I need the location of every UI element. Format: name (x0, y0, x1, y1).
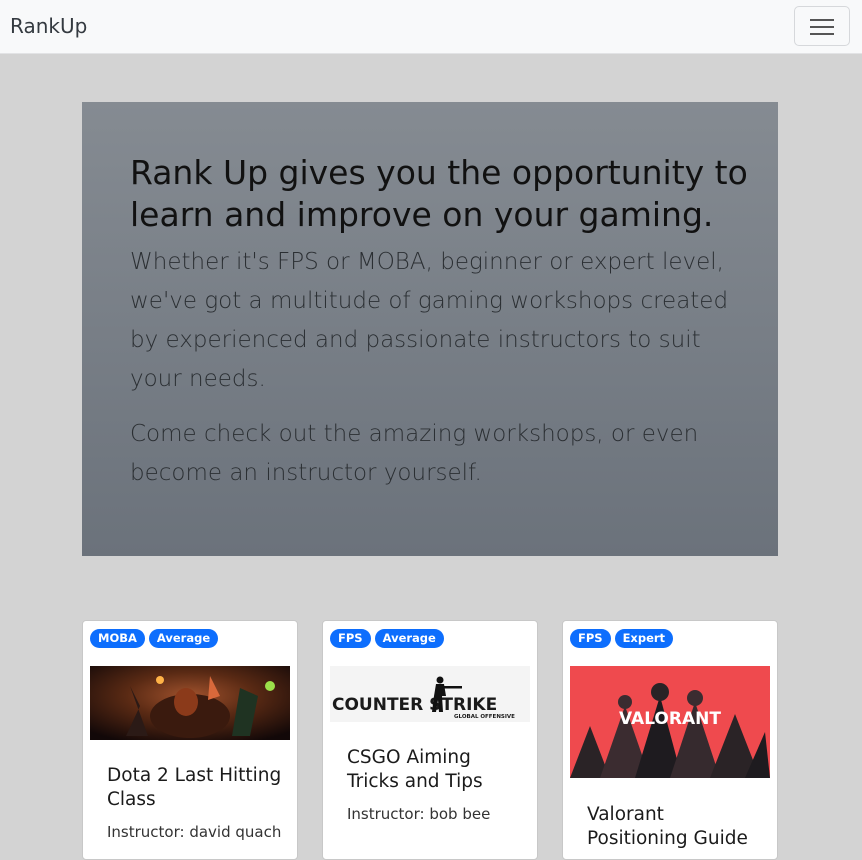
card-tags: FPS Expert (570, 629, 674, 648)
workshop-card-dota[interactable]: MOBA Average Dota 2 Last Hitting Class I… (82, 620, 298, 860)
hero-heading: Rank Up gives you the opportunity to lea… (130, 153, 748, 234)
workshop-card-valorant[interactable]: FPS Expert VALORANT Valorant Positioning… (562, 620, 778, 860)
hamburger-menu-icon-line (810, 26, 834, 28)
card-tags: MOBA Average (90, 629, 219, 648)
level-badge: Average (148, 629, 219, 648)
hamburger-menu-icon (810, 19, 834, 21)
csgo-workshop-image: COUNTER STRIKE GLOBAL OFFENSIVE (330, 666, 530, 722)
navbar-toggle-button[interactable] (794, 6, 850, 46)
dota-workshop-image (90, 666, 290, 740)
genre-badge: MOBA (90, 629, 145, 648)
hero-paragraph-cta: Come check out the amazing workshops, or… (130, 421, 699, 486)
svg-text:VALORANT: VALORANT (619, 709, 721, 729)
svg-text:COUNTER STRIKE: COUNTER STRIKE (332, 695, 497, 715)
card-title[interactable]: CSGO Aiming Tricks and Tips (347, 746, 527, 794)
svg-text:GLOBAL OFFENSIVE: GLOBAL OFFENSIVE (454, 714, 515, 720)
card-instructor: Instructor: bob bee (347, 805, 491, 823)
hamburger-menu-icon-line (810, 33, 834, 35)
level-badge: Expert (614, 629, 674, 648)
hero-jumbotron: Rank Up gives you the opportunity to lea… (82, 102, 778, 556)
card-tags: FPS Average (330, 629, 444, 648)
genre-badge: FPS (570, 629, 611, 648)
hero-paragraph-intro: Whether it's FPS or MOBA, beginner or ex… (130, 249, 729, 392)
card-instructor: Instructor: david quach (107, 823, 282, 841)
workshop-card-csgo[interactable]: FPS Average COUNTER STRIKE GLOBAL OFFENS… (322, 620, 538, 860)
card-title[interactable]: Valorant Positioning Guide (587, 803, 767, 851)
top-navbar: RankUp (0, 0, 862, 54)
brand-logo-link[interactable]: RankUp (10, 14, 87, 38)
card-title[interactable]: Dota 2 Last Hitting Class (107, 764, 287, 812)
level-badge: Average (374, 629, 444, 648)
valorant-workshop-image: VALORANT (570, 666, 770, 778)
genre-badge: FPS (330, 629, 371, 648)
